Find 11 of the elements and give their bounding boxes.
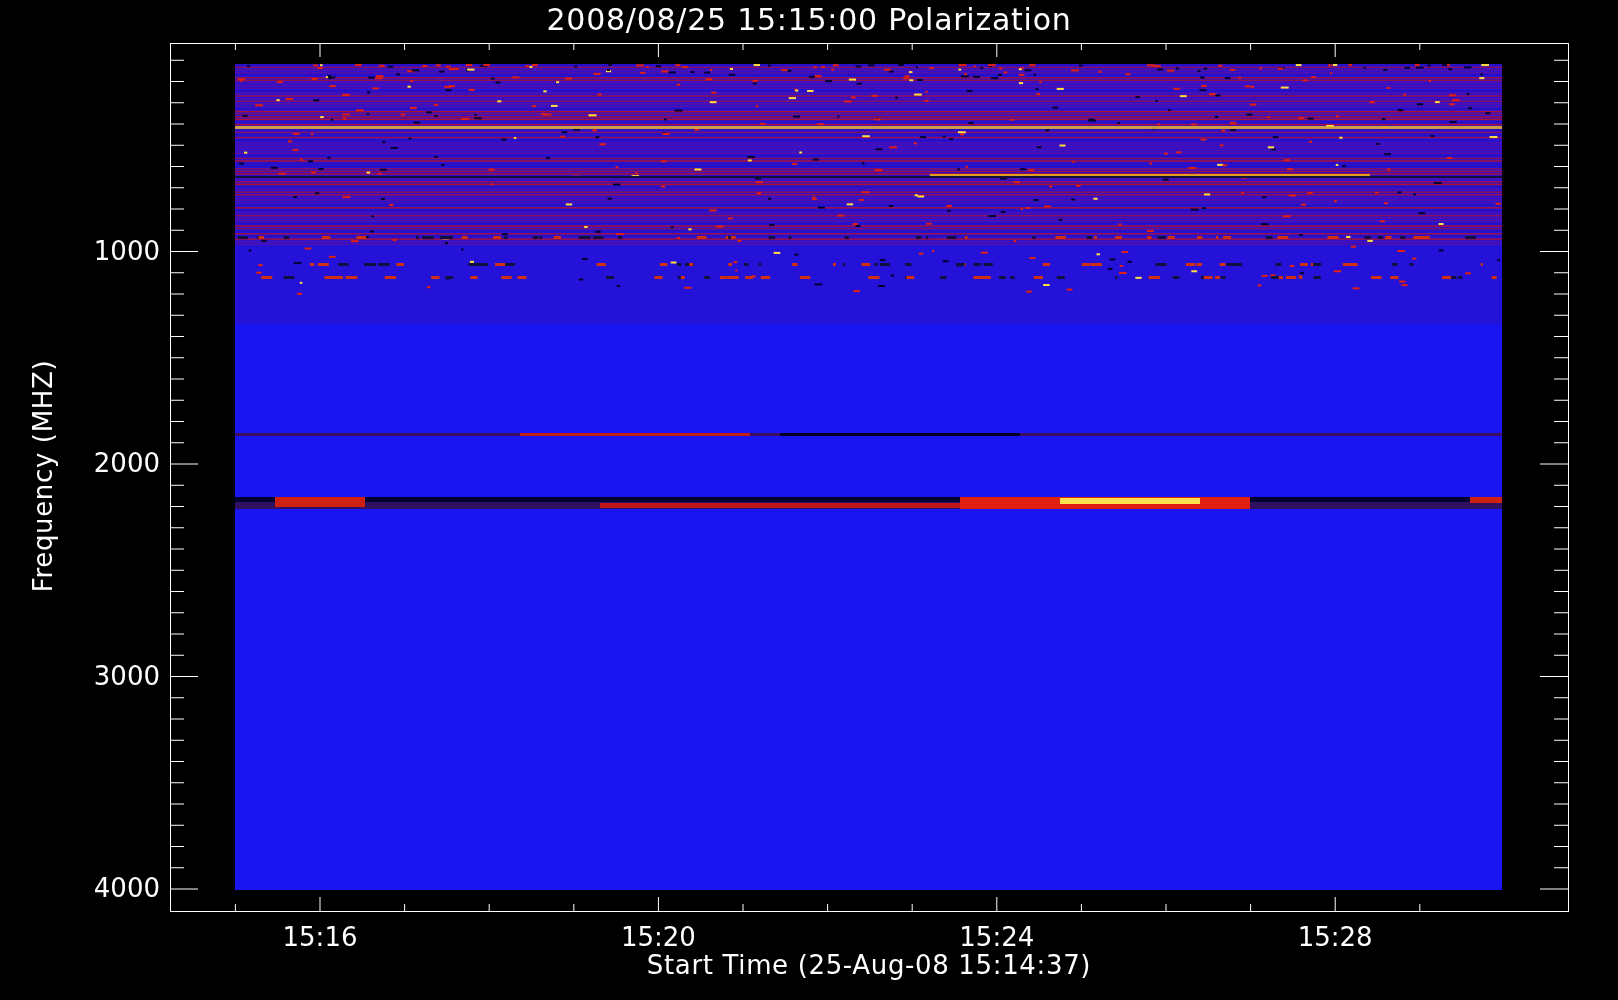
y-tick-label: 4000 (92, 873, 160, 903)
x-tick-label: 15:16 (281, 922, 359, 952)
x-tick-label: 15:24 (958, 922, 1036, 952)
x-tick-label: 15:20 (619, 922, 697, 952)
y-tick-label: 1000 (92, 235, 160, 266)
y-tick-label: 3000 (92, 660, 160, 691)
x-axis-label: Start Time (25-Aug-08 15:14:37) (645, 950, 1093, 980)
y-axis-label: Frequency (MHZ) (28, 359, 58, 593)
x-tick-label: 15:28 (1296, 922, 1374, 952)
plot-title: 2008/08/25 15:15:00 Polarization (545, 2, 1073, 38)
y-tick-label: 2000 (92, 448, 160, 478)
